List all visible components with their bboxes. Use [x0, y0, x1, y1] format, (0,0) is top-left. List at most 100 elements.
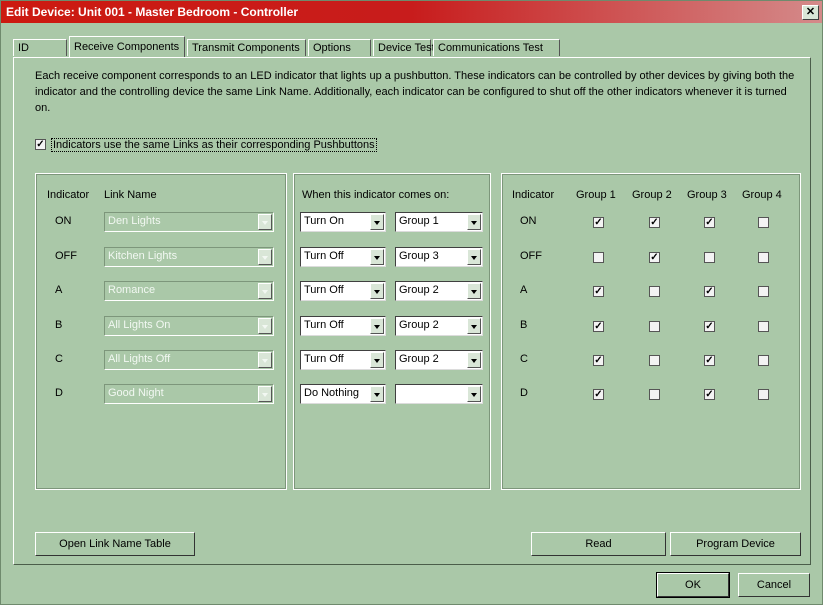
right-indicator-header: Indicator [512, 189, 555, 201]
dropdown-arrow-icon [258, 386, 272, 402]
group-2-checkbox-c[interactable] [649, 355, 660, 366]
left-indicator-on: ON [55, 215, 72, 227]
action-combo-c[interactable]: Turn Off [300, 350, 386, 370]
read-button[interactable]: Read [531, 532, 666, 556]
group-1-checkbox-d[interactable]: ✓ [593, 389, 604, 400]
group-4-checkbox-off[interactable] [758, 252, 769, 263]
dropdown-arrow-icon[interactable] [370, 386, 384, 402]
group-combo-a[interactable]: Group 2 [395, 281, 483, 301]
dropdown-arrow-icon[interactable] [370, 318, 384, 334]
link-name-combo-d-value: Good Night [108, 387, 164, 399]
group-2-checkbox-off[interactable]: ✓ [649, 252, 660, 263]
left-indicator-header: Indicator [47, 189, 90, 201]
title-bar[interactable]: Edit Device: Unit 001 - Master Bedroom -… [1, 1, 822, 23]
same-links-checkbox[interactable]: ✓ [35, 139, 46, 150]
group-1-checkbox-on[interactable]: ✓ [593, 217, 604, 228]
action-combo-d[interactable]: Do Nothing [300, 384, 386, 404]
dropdown-arrow-icon[interactable] [370, 249, 384, 265]
dropdown-arrow-icon[interactable] [370, 352, 384, 368]
program-device-button[interactable]: Program Device [670, 532, 801, 556]
left-indicator-d: D [55, 387, 63, 399]
link-name-combo-a-value: Romance [108, 284, 156, 296]
action-combo-off-value: Turn Off [304, 250, 344, 262]
link-name-combo-on-value: Den Lights [108, 215, 161, 227]
ok-button[interactable]: OK [656, 572, 730, 598]
link-name-combo-b-value: All Lights On [108, 319, 171, 331]
dropdown-arrow-icon [258, 214, 272, 230]
group-1-checkbox-c[interactable]: ✓ [593, 355, 604, 366]
group-3-checkbox-d[interactable]: ✓ [704, 389, 715, 400]
check-icon: ✓ [594, 286, 603, 297]
group-2-header: Group 2 [632, 189, 672, 201]
tab-transmit-components[interactable]: Transmit Components [187, 39, 306, 56]
group-3-header: Group 3 [687, 189, 727, 201]
link-name-combo-a: Romance [104, 281, 274, 301]
tab-options[interactable]: Options [308, 39, 371, 56]
right-indicator-b: B [520, 319, 528, 331]
description-text: Each receive component corresponds to an… [35, 70, 795, 114]
action-combo-on[interactable]: Turn On [300, 212, 386, 232]
group-combo-on[interactable]: Group 1 [395, 212, 483, 232]
group-2-checkbox-b[interactable] [649, 321, 660, 332]
check-icon: ✓ [594, 355, 603, 366]
group-2-checkbox-on[interactable]: ✓ [649, 217, 660, 228]
tab-device-test[interactable]: Device Test [373, 39, 435, 56]
group-1-checkbox-b[interactable]: ✓ [593, 321, 604, 332]
group-3-checkbox-a[interactable]: ✓ [704, 286, 715, 297]
action-header: When this indicator comes on: [302, 189, 450, 201]
cancel-button[interactable]: Cancel [738, 573, 810, 597]
link-name-combo-c: All Lights Off [104, 350, 274, 370]
check-icon: ✓ [594, 389, 603, 400]
right-indicator-a: A [520, 284, 528, 296]
tab-receive-components[interactable]: Receive Components [69, 36, 185, 57]
same-links-label[interactable]: Indicators use the same Links as their c… [51, 138, 377, 152]
group-combo-a-value: Group 2 [399, 284, 439, 296]
open-link-name-table-button[interactable]: Open Link Name Table [35, 532, 195, 556]
check-icon: ✓ [705, 389, 714, 400]
check-icon: ✓ [705, 286, 714, 297]
check-icon: ✓ [705, 355, 714, 366]
group-3-checkbox-off[interactable] [704, 252, 715, 263]
group-combo-d[interactable] [395, 384, 483, 404]
tab-communications-test[interactable]: Communications Test [433, 39, 560, 56]
dropdown-arrow-icon[interactable] [467, 249, 481, 265]
check-icon: ✓ [594, 217, 603, 228]
group-4-checkbox-on[interactable] [758, 217, 769, 228]
group-2-checkbox-a[interactable] [649, 286, 660, 297]
check-icon: ✓ [650, 217, 659, 228]
dropdown-arrow-icon[interactable] [467, 318, 481, 334]
dropdown-arrow-icon[interactable] [370, 283, 384, 299]
action-combo-b[interactable]: Turn Off [300, 316, 386, 336]
group-combo-b[interactable]: Group 2 [395, 316, 483, 336]
group-combo-off[interactable]: Group 3 [395, 247, 483, 267]
group-combo-off-value: Group 3 [399, 250, 439, 262]
close-icon[interactable]: ✕ [802, 5, 819, 20]
dropdown-arrow-icon[interactable] [467, 352, 481, 368]
dropdown-arrow-icon[interactable] [467, 283, 481, 299]
dropdown-arrow-icon [258, 283, 272, 299]
group-2-checkbox-d[interactable] [649, 389, 660, 400]
dropdown-arrow-icon[interactable] [467, 214, 481, 230]
left-indicator-c: C [55, 353, 63, 365]
action-combo-off[interactable]: Turn Off [300, 247, 386, 267]
group-3-checkbox-on[interactable]: ✓ [704, 217, 715, 228]
group-1-checkbox-a[interactable]: ✓ [593, 286, 604, 297]
link-name-combo-d: Good Night [104, 384, 274, 404]
edit-device-window: Edit Device: Unit 001 - Master Bedroom -… [0, 0, 823, 605]
group-1-checkbox-off[interactable] [593, 252, 604, 263]
group-3-checkbox-c[interactable]: ✓ [704, 355, 715, 366]
group-4-checkbox-d[interactable] [758, 389, 769, 400]
dropdown-arrow-icon [258, 249, 272, 265]
check-icon: ✓ [705, 321, 714, 332]
action-combo-a-value: Turn Off [304, 284, 344, 296]
dropdown-arrow-icon[interactable] [467, 386, 481, 402]
group-combo-c[interactable]: Group 2 [395, 350, 483, 370]
dropdown-arrow-icon[interactable] [370, 214, 384, 230]
tab-id[interactable]: ID [13, 39, 67, 56]
group-4-checkbox-b[interactable] [758, 321, 769, 332]
group-3-checkbox-b[interactable]: ✓ [704, 321, 715, 332]
group-4-checkbox-c[interactable] [758, 355, 769, 366]
group-4-header: Group 4 [742, 189, 782, 201]
action-combo-a[interactable]: Turn Off [300, 281, 386, 301]
group-4-checkbox-a[interactable] [758, 286, 769, 297]
